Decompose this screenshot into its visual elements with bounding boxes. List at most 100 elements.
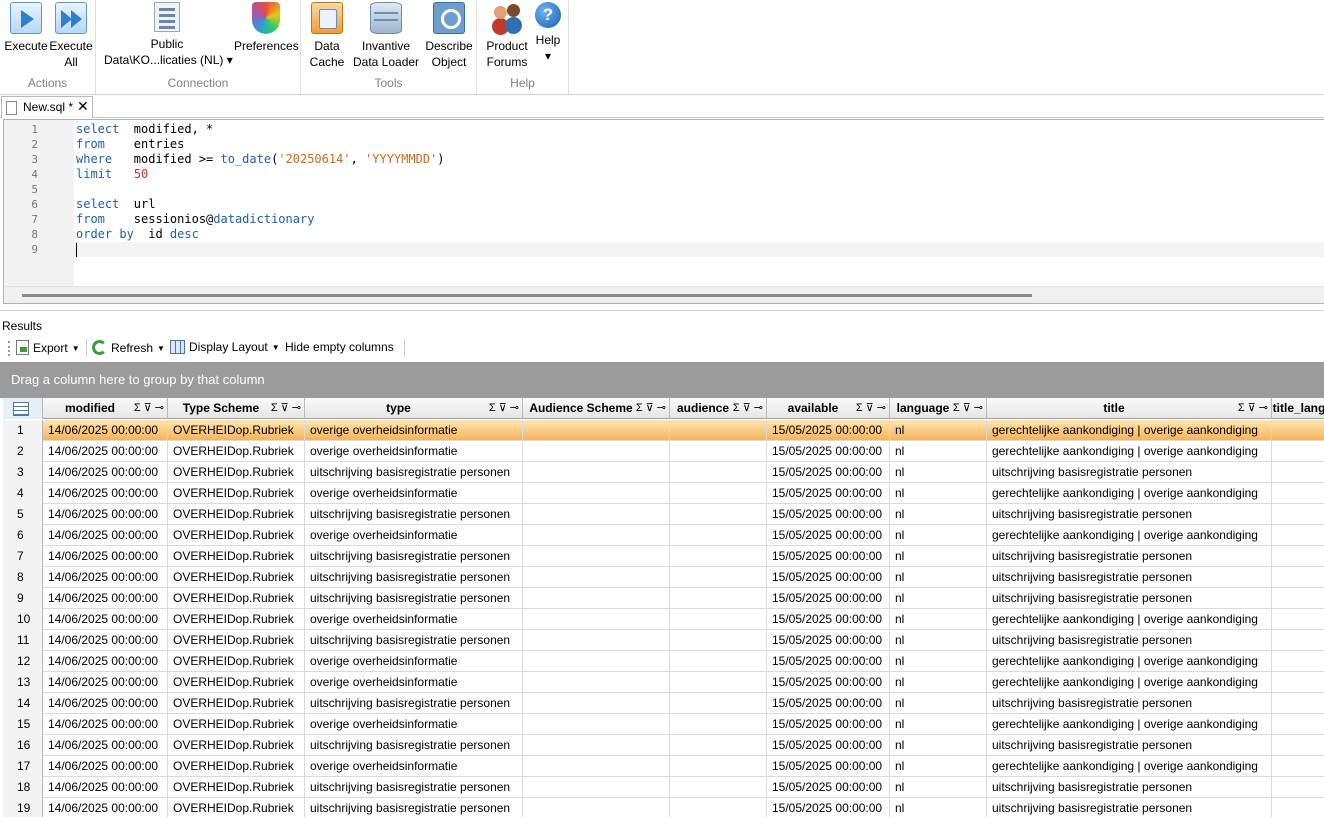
row-number[interactable]: 17 [3, 756, 43, 777]
table-cell[interactable]: 15/05/2025 00:00:00 [767, 504, 890, 525]
product-forums-button[interactable]: Product Forums [484, 2, 530, 70]
connection-select-button[interactable]: Public Data\KO...licaties (NL) ▾ [104, 2, 233, 68]
editor-horizontal-scrollbar[interactable] [4, 286, 1324, 303]
table-cell[interactable] [1272, 756, 1324, 777]
table-cell[interactable]: gerechtelijke aankondiging | overige aan… [987, 609, 1272, 630]
table-cell[interactable]: gerechtelijke aankondiging | overige aan… [987, 441, 1272, 462]
pane-splitter[interactable] [0, 310, 1324, 315]
table-cell[interactable]: 14/06/2025 00:00:00 [43, 798, 168, 817]
table-cell[interactable]: 14/06/2025 00:00:00 [43, 567, 168, 588]
table-cell[interactable]: OVERHEIDop.Rubriek [168, 630, 305, 651]
table-cell[interactable] [1272, 630, 1324, 651]
table-cell[interactable]: uitschrijving basisregistratie personen [305, 462, 523, 483]
table-cell[interactable] [1272, 441, 1324, 462]
table-cell[interactable]: 14/06/2025 00:00:00 [43, 504, 168, 525]
table-row[interactable]: 10 14/06/2025 00:00:00 OVERHEIDop.Rubriek o… [3, 609, 1324, 630]
table-cell[interactable] [1272, 609, 1324, 630]
table-cell[interactable] [523, 714, 670, 735]
table-cell[interactable]: 15/05/2025 00:00:00 [767, 777, 890, 798]
row-number[interactable]: 10 [3, 609, 43, 630]
table-cell[interactable]: uitschrijving basisregistratie personen [305, 777, 523, 798]
table-cell[interactable] [523, 609, 670, 630]
table-cell[interactable] [523, 798, 670, 817]
close-tab-icon[interactable]: ✕ [77, 98, 89, 115]
table-cell[interactable] [1272, 420, 1324, 441]
table-cell[interactable]: nl [890, 441, 987, 462]
row-number[interactable]: 1 [3, 420, 43, 441]
table-cell[interactable]: 14/06/2025 00:00:00 [43, 693, 168, 714]
table-cell[interactable] [523, 420, 670, 441]
table-cell[interactable]: uitschrijving basisregistratie personen [987, 630, 1272, 651]
table-cell[interactable] [1272, 693, 1324, 714]
column-header[interactable]: type Σ ⊽ ⊸ [305, 398, 523, 419]
row-number[interactable]: 14 [3, 693, 43, 714]
table-row[interactable]: 4 14/06/2025 00:00:00 OVERHEIDop.Rubriek ov… [3, 483, 1324, 504]
column-filter-icon[interactable]: Σ ⊽ ⊸ [271, 398, 301, 419]
table-cell[interactable]: nl [890, 546, 987, 567]
table-cell[interactable]: 15/05/2025 00:00:00 [767, 420, 890, 441]
table-row[interactable]: 7 14/06/2025 00:00:00 OVERHEIDop.Rubriek ui… [3, 546, 1324, 567]
table-cell[interactable] [1272, 525, 1324, 546]
preferences-button[interactable]: Preferences [234, 2, 299, 54]
table-row[interactable]: 13 14/06/2025 00:00:00 OVERHEIDop.Rubriek o… [3, 672, 1324, 693]
column-header[interactable]: Audience Scheme Σ ⊽ ⊸ [523, 398, 670, 419]
table-cell[interactable] [523, 483, 670, 504]
table-cell[interactable]: overige overheidsinformatie [305, 651, 523, 672]
table-cell[interactable]: 14/06/2025 00:00:00 [43, 714, 168, 735]
scrollbar-thumb[interactable] [22, 294, 1032, 297]
group-by-panel[interactable]: Drag a column here to group by that colu… [0, 362, 1324, 398]
table-cell[interactable]: gerechtelijke aankondiging | overige aan… [987, 420, 1272, 441]
table-cell[interactable] [1272, 504, 1324, 525]
table-cell[interactable]: nl [890, 420, 987, 441]
table-row[interactable]: 11 14/06/2025 00:00:00 OVERHEIDop.Rubriek u… [3, 630, 1324, 651]
table-cell[interactable]: 14/06/2025 00:00:00 [43, 756, 168, 777]
table-cell[interactable]: OVERHEIDop.Rubriek [168, 441, 305, 462]
table-cell[interactable]: nl [890, 525, 987, 546]
table-cell[interactable]: 15/05/2025 00:00:00 [767, 483, 890, 504]
table-row[interactable]: 1 14/06/2025 00:00:00 OVERHEIDop.Rubriek ov… [3, 420, 1324, 441]
table-cell[interactable]: OVERHEIDop.Rubriek [168, 609, 305, 630]
table-cell[interactable]: 15/05/2025 00:00:00 [767, 588, 890, 609]
table-cell[interactable]: gerechtelijke aankondiging | overige aan… [987, 714, 1272, 735]
row-number[interactable]: 7 [3, 546, 43, 567]
table-cell[interactable] [523, 630, 670, 651]
table-cell[interactable]: OVERHEIDop.Rubriek [168, 420, 305, 441]
table-cell[interactable]: overige overheidsinformatie [305, 672, 523, 693]
table-cell[interactable]: 14/06/2025 00:00:00 [43, 735, 168, 756]
table-cell[interactable] [670, 714, 767, 735]
table-cell[interactable]: 15/05/2025 00:00:00 [767, 714, 890, 735]
column-filter-icon[interactable]: Σ ⊽ ⊸ [636, 398, 666, 419]
table-cell[interactable] [523, 651, 670, 672]
table-cell[interactable]: gerechtelijke aankondiging | overige aan… [987, 483, 1272, 504]
row-number[interactable]: 3 [3, 462, 43, 483]
table-cell[interactable] [1272, 735, 1324, 756]
table-cell[interactable]: nl [890, 735, 987, 756]
column-filter-icon[interactable]: Σ ⊽ ⊸ [953, 398, 983, 419]
table-cell[interactable]: uitschrijving basisregistratie personen [987, 693, 1272, 714]
table-cell[interactable]: 15/05/2025 00:00:00 [767, 525, 890, 546]
table-row[interactable]: 5 14/06/2025 00:00:00 OVERHEIDop.Rubriek ui… [3, 504, 1324, 525]
table-cell[interactable]: uitschrijving basisregistratie personen [987, 462, 1272, 483]
export-button[interactable]: Export ▼ [16, 340, 80, 355]
table-cell[interactable]: uitschrijving basisregistratie personen [987, 546, 1272, 567]
table-cell[interactable] [523, 567, 670, 588]
table-row[interactable]: 3 14/06/2025 00:00:00 OVERHEIDop.Rubriek ui… [3, 462, 1324, 483]
table-cell[interactable]: uitschrijving basisregistratie personen [305, 546, 523, 567]
table-cell[interactable]: 15/05/2025 00:00:00 [767, 462, 890, 483]
table-cell[interactable]: OVERHEIDop.Rubriek [168, 504, 305, 525]
table-cell[interactable]: uitschrijving basisregistratie personen [987, 798, 1272, 817]
table-cell[interactable]: nl [890, 777, 987, 798]
table-cell[interactable] [670, 630, 767, 651]
table-cell[interactable]: 15/05/2025 00:00:00 [767, 609, 890, 630]
table-cell[interactable] [523, 672, 670, 693]
table-cell[interactable] [523, 777, 670, 798]
table-cell[interactable]: nl [890, 588, 987, 609]
table-cell[interactable]: 14/06/2025 00:00:00 [43, 462, 168, 483]
table-cell[interactable] [523, 441, 670, 462]
column-filter-icon[interactable]: Σ ⊽ ⊸ [733, 398, 763, 419]
table-cell[interactable]: OVERHEIDop.Rubriek [168, 672, 305, 693]
column-header[interactable]: Type Scheme Σ ⊽ ⊸ [168, 398, 305, 419]
table-cell[interactable] [523, 546, 670, 567]
table-cell[interactable]: gerechtelijke aankondiging | overige aan… [987, 651, 1272, 672]
table-cell[interactable] [523, 756, 670, 777]
